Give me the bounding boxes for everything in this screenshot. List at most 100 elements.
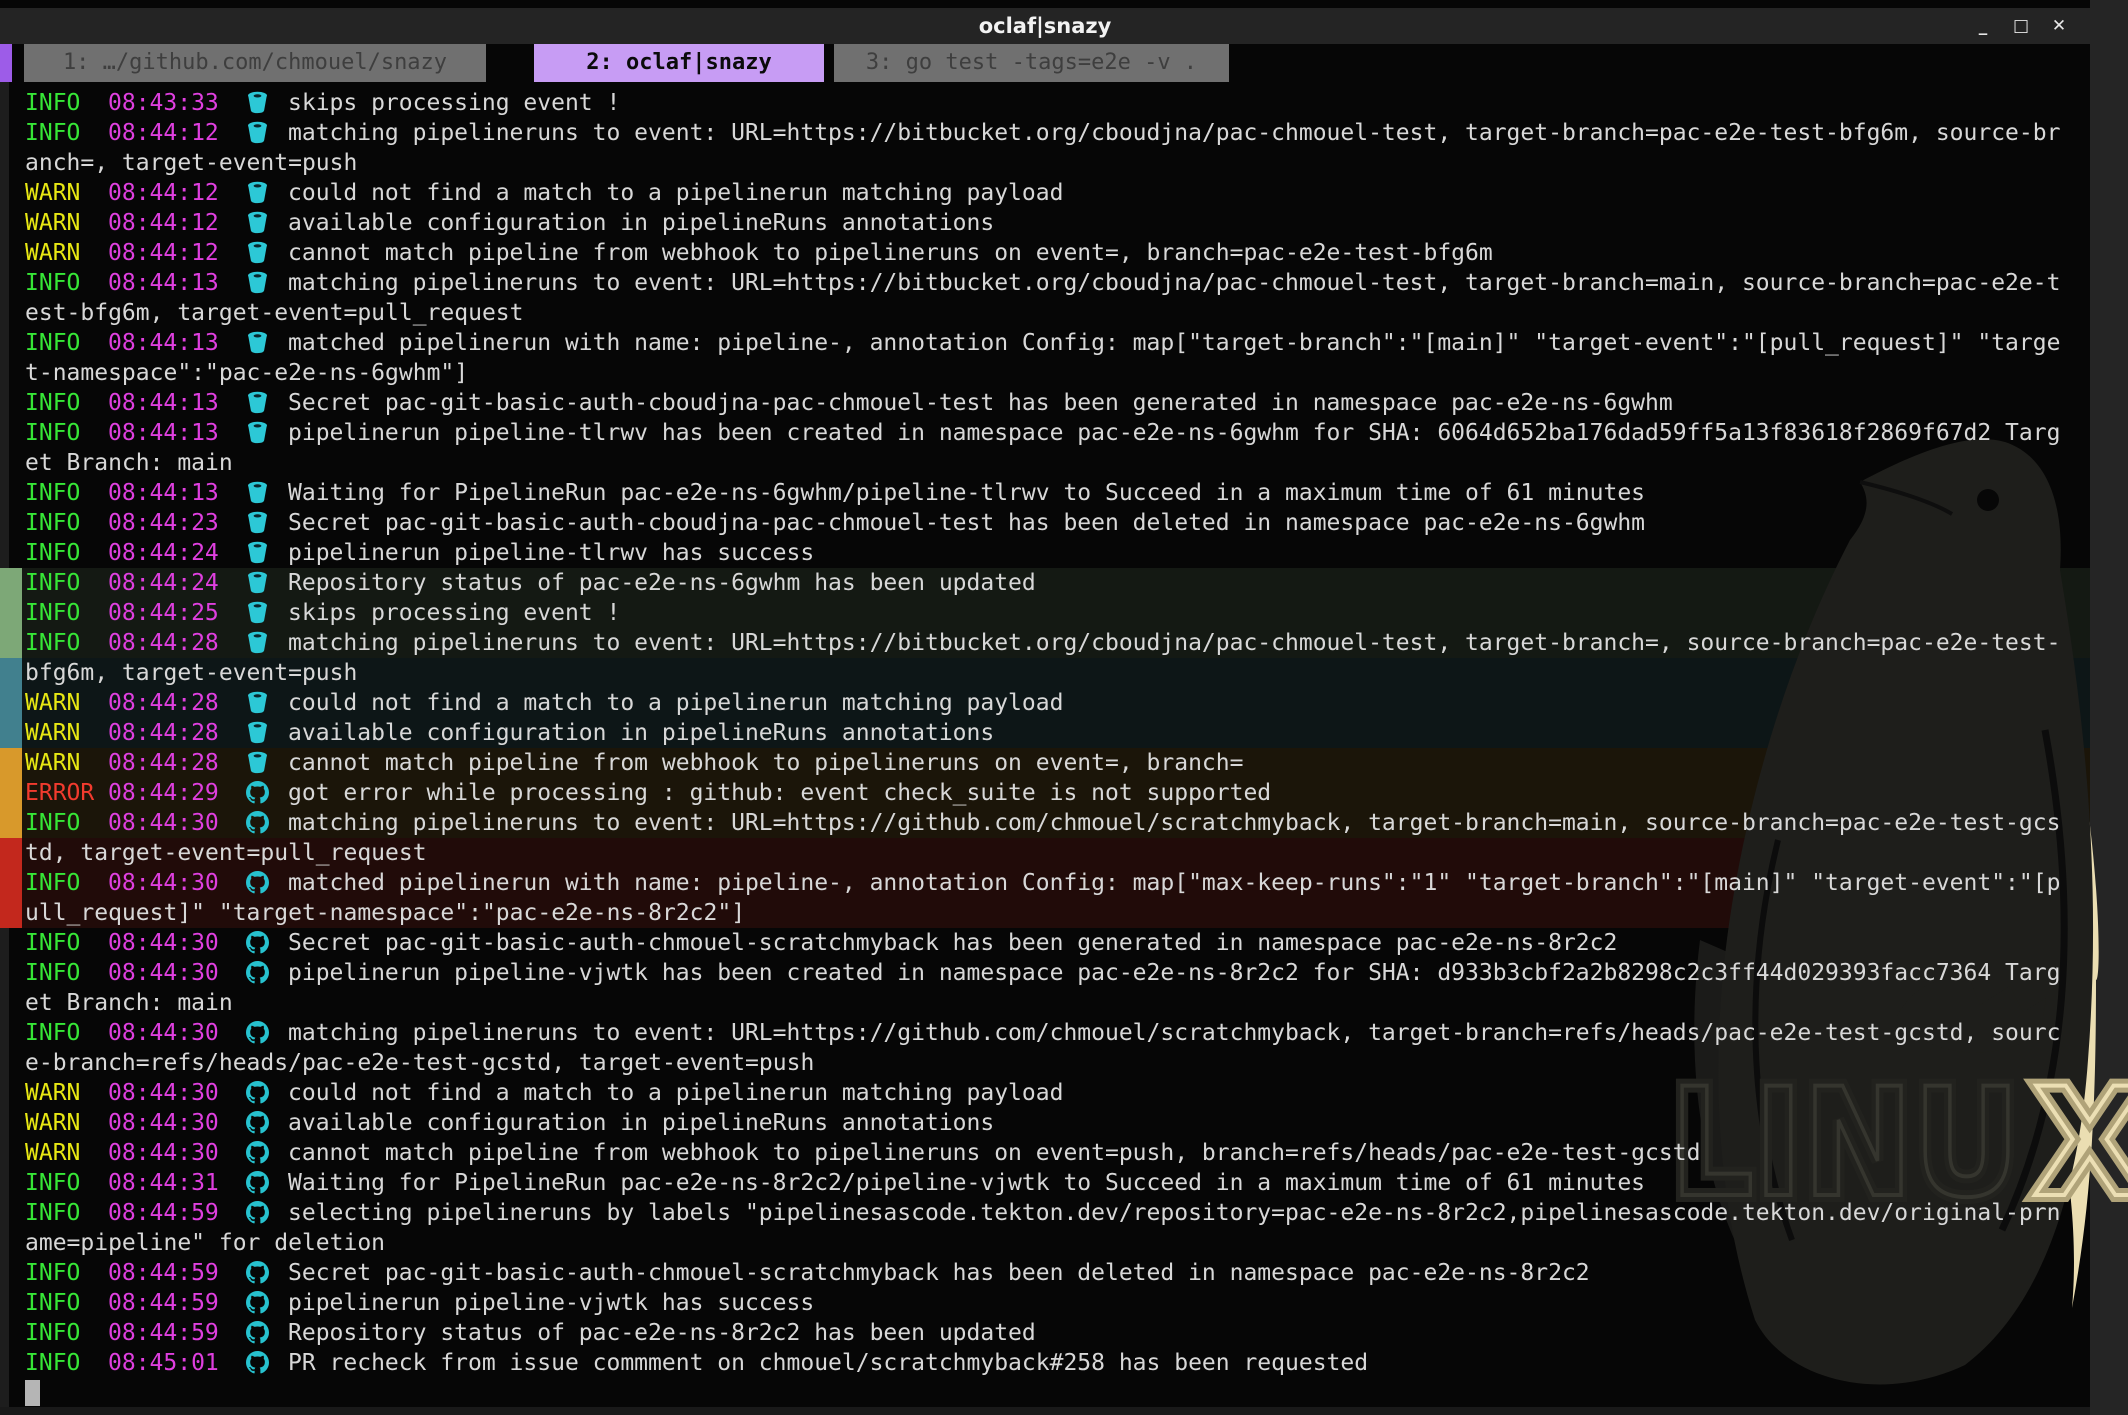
- log-message: could not find a match to a pipelinerun …: [288, 180, 1063, 206]
- log-level: INFO: [25, 1168, 108, 1198]
- log-message: Repository status of pac-e2e-ns-8r2c2 ha…: [288, 1320, 1036, 1346]
- log-level: INFO: [25, 1018, 108, 1048]
- log-row: WARN08:44:30could not find a match to a …: [0, 1078, 2090, 1108]
- bitbucket-icon: [246, 628, 288, 658]
- log-message: matching pipelineruns to event: URL=http…: [288, 1020, 2060, 1046]
- log-level: INFO: [25, 1258, 108, 1288]
- log-row: INFO08:44:24pipelinerun pipeline-tlrwv h…: [0, 538, 2090, 568]
- log-message: matched pipelinerun with name: pipeline-…: [288, 870, 2060, 896]
- close-icon[interactable]: ✕: [2048, 16, 2070, 36]
- log-timestamp: 08:44:30: [108, 1078, 246, 1108]
- log-timestamp: 08:44:59: [108, 1318, 246, 1348]
- log-timestamp: 08:44:28: [108, 688, 246, 718]
- log-message: et Branch: main: [25, 450, 233, 476]
- github-icon: [246, 1318, 288, 1348]
- log-level: ERROR: [25, 778, 108, 808]
- log-level: INFO: [25, 388, 108, 418]
- log-row: INFO08:44:30matching pipelineruns to eve…: [0, 808, 2090, 838]
- log-message: available configuration in pipelineRuns …: [288, 1110, 994, 1136]
- log-message: pipelinerun pipeline-tlrwv has success: [288, 540, 814, 566]
- log-row: INFO08:44:13pipelinerun pipeline-tlrwv h…: [0, 418, 2090, 448]
- bitbucket-icon: [246, 688, 288, 718]
- log-timestamp: 08:44:28: [108, 628, 246, 658]
- log-timestamp: 08:44:30: [108, 868, 246, 898]
- log-timestamp: 08:44:12: [108, 118, 246, 148]
- maximize-icon[interactable]: □: [2010, 16, 2032, 36]
- github-icon: [246, 1258, 288, 1288]
- log-timestamp: 08:44:13: [108, 268, 246, 298]
- log-message: bfg6m, target-event=push: [25, 660, 357, 686]
- log-timestamp: 08:44:30: [108, 1108, 246, 1138]
- window-bottom-border: [0, 1407, 2090, 1415]
- log-level: INFO: [25, 118, 108, 148]
- log-timestamp: 08:44:13: [108, 418, 246, 448]
- bitbucket-icon: [246, 598, 288, 628]
- tab-2-oclaf-snazy[interactable]: 2: oclaf|snazy: [534, 44, 824, 82]
- log-message: ull_request]" "target-namespace":"pac-e2…: [25, 900, 745, 926]
- log-level: WARN: [25, 1138, 108, 1168]
- log-message: cannot match pipeline from webhook to pi…: [288, 240, 1493, 266]
- log-row: INFO08:44:24Repository status of pac-e2e…: [0, 568, 2090, 598]
- log-timestamp: 08:44:28: [108, 718, 246, 748]
- github-icon: [246, 1168, 288, 1198]
- log-row: INFO08:44:12 matching pipelineruns to eve…: [0, 118, 2090, 148]
- tab-3-go-test[interactable]: 3: go test -tags=e2e -v .: [834, 44, 1229, 82]
- log-row: INFO08:44:30matching pipelineruns to eve…: [0, 1018, 2090, 1048]
- bitbucket-icon: [246, 508, 288, 538]
- tab-1-snazy-dir[interactable]: 1: …/github.com/chmouel/snazy: [24, 44, 486, 82]
- log-timestamp: 08:44:30: [108, 808, 246, 838]
- log-timestamp: 08:44:13: [108, 388, 246, 418]
- log-message: Secret pac-git-basic-auth-chmouel-scratc…: [288, 1260, 1590, 1286]
- log-level: INFO: [25, 928, 108, 958]
- log-message: available configuration in pipelineRuns …: [288, 720, 994, 746]
- log-row: INFO08:44:13matched pipelinerun with nam…: [0, 328, 2090, 358]
- log-timestamp: 08:44:13: [108, 478, 246, 508]
- log-timestamp: 08:44:28: [108, 748, 246, 778]
- log-message: e-branch=refs/heads/pac-e2e-test-gcstd, …: [25, 1050, 814, 1076]
- log-message: PR recheck from issue commment on chmoue…: [288, 1350, 1368, 1376]
- bitbucket-icon: [246, 178, 288, 208]
- log-timestamp: 08:44:59: [108, 1288, 246, 1318]
- log-level: INFO: [25, 268, 108, 298]
- log-level: INFO: [25, 1348, 108, 1378]
- bitbucket-icon: [246, 388, 288, 418]
- github-icon: [246, 1348, 288, 1378]
- log-level: WARN: [25, 208, 108, 238]
- log-level: INFO: [25, 1288, 108, 1318]
- github-icon: [246, 868, 288, 898]
- log-row: INFO08:44:59pipelinerun pipeline-vjwtk h…: [0, 1288, 2090, 1318]
- log-level: INFO: [25, 508, 108, 538]
- log-message: matching pipelineruns to event: URL=http…: [288, 810, 2060, 836]
- log-row: INFO08:43:33skips processing event !: [0, 88, 2090, 118]
- log-timestamp: 08:44:30: [108, 928, 246, 958]
- log-message: Secret pac-git-basic-auth-cboudjna-pac-c…: [288, 510, 1645, 536]
- log-message: Waiting for PipelineRun pac-e2e-ns-6gwhm…: [288, 480, 1645, 506]
- log-timestamp: 08:44:59: [108, 1198, 246, 1228]
- minimize-icon[interactable]: _: [1972, 16, 1994, 36]
- log-message: available configuration in pipelineRuns …: [288, 210, 994, 236]
- log-row-continuation: et Branch: main: [0, 988, 2090, 1018]
- bitbucket-icon: [246, 238, 288, 268]
- log-row: INFO08:45:01 PR recheck from issue commme…: [0, 1348, 2090, 1378]
- log-level: INFO: [25, 478, 108, 508]
- log-row: WARN08:44:30cannot match pipeline from w…: [0, 1138, 2090, 1168]
- log-row: INFO08:44:30pipelinerun pipeline-vjwtk h…: [0, 958, 2090, 988]
- log-message: Waiting for PipelineRun pac-e2e-ns-8r2c2…: [288, 1170, 1645, 1196]
- log-row-continuation: ame=pipeline" for deletion: [0, 1228, 2090, 1258]
- tab-overflow-indicator: [0, 44, 12, 82]
- log-message: skips processing event !: [288, 600, 620, 626]
- bitbucket-icon: [246, 538, 288, 568]
- log-level: INFO: [25, 628, 108, 658]
- log-level: INFO: [25, 598, 108, 628]
- log-message: Secret pac-git-basic-auth-chmouel-scratc…: [288, 930, 1617, 956]
- log-message: matching pipelineruns to event: URL=http…: [288, 120, 2060, 146]
- log-timestamp: 08:45:01: [108, 1348, 246, 1378]
- terminal-log: INFO08:43:33skips processing event !INFO…: [0, 88, 2090, 1408]
- log-message: Repository status of pac-e2e-ns-6gwhm ha…: [288, 570, 1036, 596]
- log-row: INFO08:44:23Secret pac-git-basic-auth-cb…: [0, 508, 2090, 538]
- log-message: ame=pipeline" for deletion: [25, 1230, 385, 1256]
- log-level: WARN: [25, 178, 108, 208]
- log-level: WARN: [25, 238, 108, 268]
- bitbucket-icon: [246, 88, 288, 118]
- log-message: pipelinerun pipeline-vjwtk has been crea…: [288, 960, 2060, 986]
